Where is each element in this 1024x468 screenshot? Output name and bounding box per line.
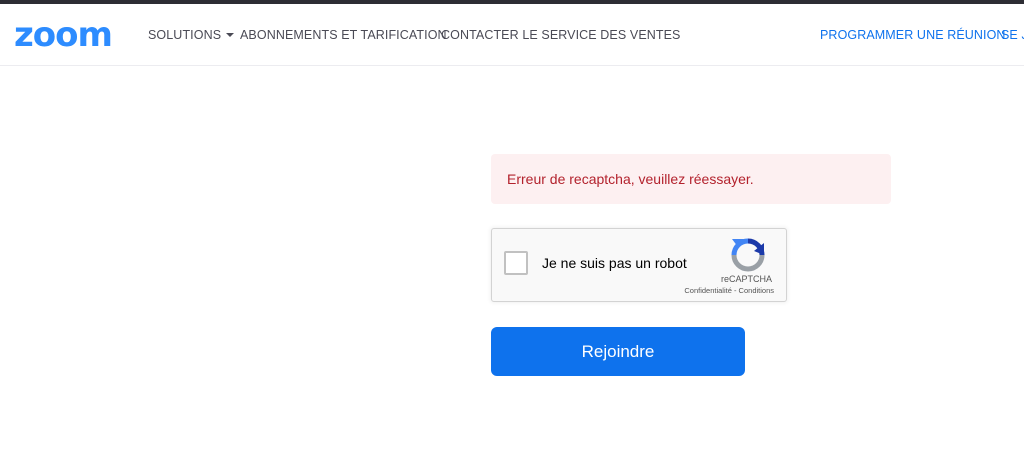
recaptcha-logo-icon — [731, 238, 765, 272]
nav-item-schedule-meeting[interactable]: PROGRAMMER UNE RÉUNION — [820, 4, 1006, 66]
recaptcha-widget: Je ne suis pas un robot reCAPTCHA Confid… — [491, 228, 787, 302]
nav-item-solutions[interactable]: SOLUTIONS — [148, 4, 235, 66]
recaptcha-privacy-terms-links[interactable]: Confidentialité - Conditions — [684, 286, 774, 295]
site-header: zoom SOLUTIONS ABONNEMENTS ET TARIFICATI… — [0, 4, 1024, 66]
nav-item-contact-sales[interactable]: CONTACTER LE SERVICE DES VENTES — [441, 4, 681, 66]
nav-item-contact-sales-label: CONTACTER LE SERVICE DES VENTES — [441, 28, 681, 42]
nav-item-solutions-label: SOLUTIONS — [148, 28, 222, 42]
recaptcha-brand: reCAPTCHA — [720, 274, 772, 284]
nav-item-join-meeting[interactable]: SE JO — [1001, 4, 1024, 66]
error-alert: Erreur de recaptcha, veuillez réessayer. — [491, 154, 891, 204]
error-alert-message: Erreur de recaptcha, veuillez réessayer. — [507, 171, 754, 187]
zoom-logo[interactable]: zoom — [14, 16, 113, 54]
nav-item-schedule-meeting-label: PROGRAMMER UNE RÉUNION — [820, 28, 1006, 42]
nav-item-plans-label: ABONNEMENTS ET TARIFICATION — [240, 28, 447, 42]
nav-item-plans[interactable]: ABONNEMENTS ET TARIFICATION — [240, 4, 447, 66]
recaptcha-label: Je ne suis pas un robot — [542, 255, 687, 271]
join-button[interactable]: Rejoindre — [491, 327, 745, 376]
chevron-down-icon — [226, 33, 235, 37]
nav-item-join-meeting-label: SE JO — [1001, 28, 1024, 42]
recaptcha-checkbox[interactable] — [504, 251, 528, 275]
